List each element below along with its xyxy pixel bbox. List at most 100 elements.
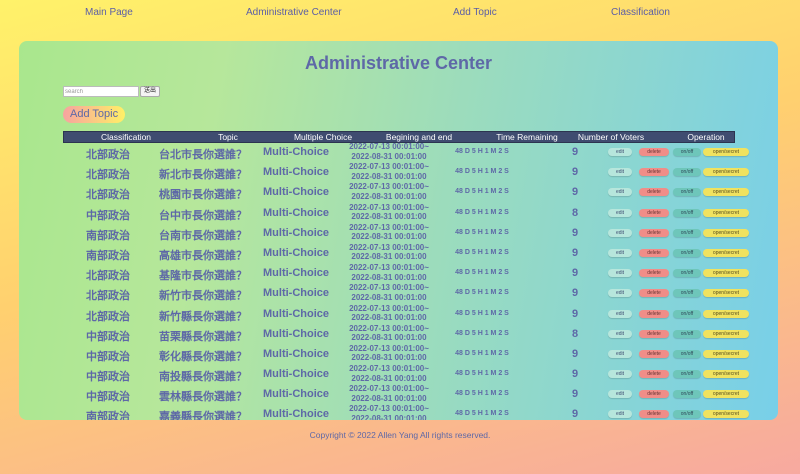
cell-begin-date: 2022-07-13 00:01:00~ 2022-08-31 00:01:00 — [349, 304, 429, 323]
open-secret-button[interactable]: open/secret — [703, 410, 749, 419]
edit-button[interactable]: edit — [608, 410, 632, 419]
on-off-toggle-button[interactable]: on/off — [673, 309, 701, 318]
edit-button[interactable]: edit — [608, 148, 632, 156]
table-row: 南部政治 嘉義縣長你選誰？ Multi-Choice 2022-07-13 00:01… — [19, 404, 778, 420]
table-row: 南部政治 台南市長你選誰？ Multi-Choice 2022-07-13 00:01… — [19, 223, 778, 243]
open-secret-button[interactable]: open/secret — [703, 168, 749, 177]
cell-number-of-voters: 9 — [571, 246, 579, 259]
begin-date-text: 2022-07-13 00:01:00~ — [349, 323, 429, 333]
open-secret-button[interactable]: open/secret — [703, 370, 749, 379]
delete-button[interactable]: delete — [639, 289, 669, 298]
open-secret-button[interactable]: open/secret — [703, 188, 749, 197]
delete-button[interactable]: delete — [639, 269, 669, 278]
delete-button[interactable]: delete — [639, 228, 669, 237]
nav-main-page[interactable]: Main Page — [85, 7, 133, 18]
edit-button[interactable]: edit — [608, 309, 632, 318]
open-secret-button[interactable]: open/secret — [703, 349, 749, 358]
on-off-toggle-button[interactable]: on/off — [673, 208, 701, 217]
delete-button[interactable]: delete — [639, 410, 669, 419]
cell-classification: 中部政治 — [86, 208, 130, 222]
open-secret-button[interactable]: open/secret — [703, 228, 749, 237]
cell-number-of-voters: 8 — [571, 327, 579, 340]
delete-button[interactable]: delete — [639, 168, 669, 177]
end-date-text: 2022-08-31 00:01:00 — [351, 252, 427, 262]
end-date-text: 2022-08-31 00:01:00 — [351, 212, 427, 222]
cell-classification: 北部政治 — [86, 269, 130, 283]
open-secret-button[interactable]: open/secret — [703, 329, 749, 338]
cell-begin-date: 2022-07-13 00:01:00~ 2022-08-31 00:01:00 — [349, 182, 429, 201]
on-off-toggle-button[interactable]: on/off — [673, 329, 701, 338]
on-off-toggle-button[interactable]: on/off — [673, 248, 701, 257]
cell-multiple-choice: Multi-Choice — [263, 267, 329, 280]
on-off-toggle-button[interactable]: on/off — [673, 148, 701, 156]
search-input[interactable] — [63, 86, 139, 97]
header-time-remaining: Time Remaining — [496, 132, 558, 142]
open-secret-button[interactable]: open/secret — [703, 269, 749, 278]
end-date-text: 2022-08-31 00:01:00 — [351, 373, 427, 383]
edit-button[interactable]: edit — [608, 349, 632, 358]
nav-classification[interactable]: Classification — [611, 7, 670, 18]
table-row: 北部政治 台北市長你選誰？ Multi-Choice 2022-07-13 00:01… — [19, 142, 778, 162]
cell-begin-date: 2022-07-13 00:01:00~ 2022-08-31 00:01:00 — [349, 384, 429, 403]
delete-button[interactable]: delete — [639, 370, 669, 379]
edit-button[interactable]: edit — [608, 390, 632, 399]
open-secret-button[interactable]: open/secret — [703, 309, 749, 318]
on-off-toggle-button[interactable]: on/off — [673, 370, 701, 379]
begin-date-text: 2022-07-13 00:01:00~ — [349, 303, 429, 313]
table-body: 北部政治 台北市長你選誰？ Multi-Choice 2022-07-13 00:01… — [19, 142, 778, 420]
on-off-toggle-button[interactable]: on/off — [673, 168, 701, 177]
begin-date-text: 2022-07-13 00:01:00~ — [349, 162, 429, 172]
cell-topic: 雲林縣長你選誰？ — [159, 390, 247, 404]
end-date-text: 2022-08-31 00:01:00 — [351, 413, 427, 420]
cell-topic: 彰化縣長你選誰？ — [159, 349, 247, 363]
cell-time-remaining: 48 D 5 H 1 M 2 S — [455, 269, 509, 277]
delete-button[interactable]: delete — [639, 148, 669, 156]
delete-button[interactable]: delete — [639, 349, 669, 358]
open-secret-button[interactable]: open/secret — [703, 390, 749, 399]
delete-button[interactable]: delete — [639, 188, 669, 197]
nav-add-topic[interactable]: Add Topic — [453, 7, 497, 18]
on-off-toggle-button[interactable]: on/off — [673, 289, 701, 298]
begin-date-text: 2022-07-13 00:01:00~ — [349, 283, 429, 293]
edit-button[interactable]: edit — [608, 289, 632, 298]
edit-button[interactable]: edit — [608, 370, 632, 379]
on-off-toggle-button[interactable]: on/off — [673, 228, 701, 237]
cell-topic: 新竹縣長你選誰？ — [159, 309, 247, 323]
search-submit-button[interactable]: 送出 — [140, 86, 161, 97]
edit-button[interactable]: edit — [608, 168, 632, 177]
on-off-toggle-button[interactable]: on/off — [673, 188, 701, 197]
edit-button[interactable]: edit — [608, 248, 632, 257]
add-topic-button[interactable]: Add Topic — [63, 106, 126, 123]
cell-begin-date: 2022-07-13 00:01:00~ 2022-08-31 00:01:00 — [349, 142, 429, 161]
cell-multiple-choice: Multi-Choice — [263, 287, 329, 300]
cell-begin-date: 2022-07-13 00:01:00~ 2022-08-31 00:01:00 — [349, 283, 429, 302]
cell-topic: 嘉義縣長你選誰？ — [159, 410, 247, 420]
cell-topic: 台北市長你選誰？ — [159, 148, 247, 161]
cell-classification: 中部政治 — [86, 349, 130, 363]
delete-button[interactable]: delete — [639, 309, 669, 318]
delete-button[interactable]: delete — [639, 248, 669, 257]
cell-topic: 苗栗縣長你選誰？ — [159, 329, 247, 343]
cell-time-remaining: 48 D 5 H 1 M 2 S — [455, 349, 509, 357]
open-secret-button[interactable]: open/secret — [703, 289, 749, 298]
open-secret-button[interactable]: open/secret — [703, 248, 749, 257]
on-off-toggle-button[interactable]: on/off — [673, 269, 701, 278]
edit-button[interactable]: edit — [608, 228, 632, 237]
edit-button[interactable]: edit — [608, 269, 632, 278]
begin-date-text: 2022-07-13 00:01:00~ — [349, 384, 429, 394]
cell-time-remaining: 48 D 5 H 1 M 2 S — [455, 309, 509, 317]
nav-administrative-center[interactable]: Administrative Center — [246, 7, 342, 18]
on-off-toggle-button[interactable]: on/off — [673, 410, 701, 419]
delete-button[interactable]: delete — [639, 329, 669, 338]
open-secret-button[interactable]: open/secret — [703, 148, 749, 156]
edit-button[interactable]: edit — [608, 329, 632, 338]
open-secret-button[interactable]: open/secret — [703, 208, 749, 217]
on-off-toggle-button[interactable]: on/off — [673, 349, 701, 358]
table-row: 中部政治 南投縣長你選誰？ Multi-Choice 2022-07-13 00:01… — [19, 364, 778, 384]
on-off-toggle-button[interactable]: on/off — [673, 390, 701, 399]
edit-button[interactable]: edit — [608, 188, 632, 197]
header-begining-and-end: Begining and end — [385, 132, 453, 142]
delete-button[interactable]: delete — [639, 390, 669, 399]
delete-button[interactable]: delete — [639, 208, 669, 217]
edit-button[interactable]: edit — [608, 208, 632, 217]
